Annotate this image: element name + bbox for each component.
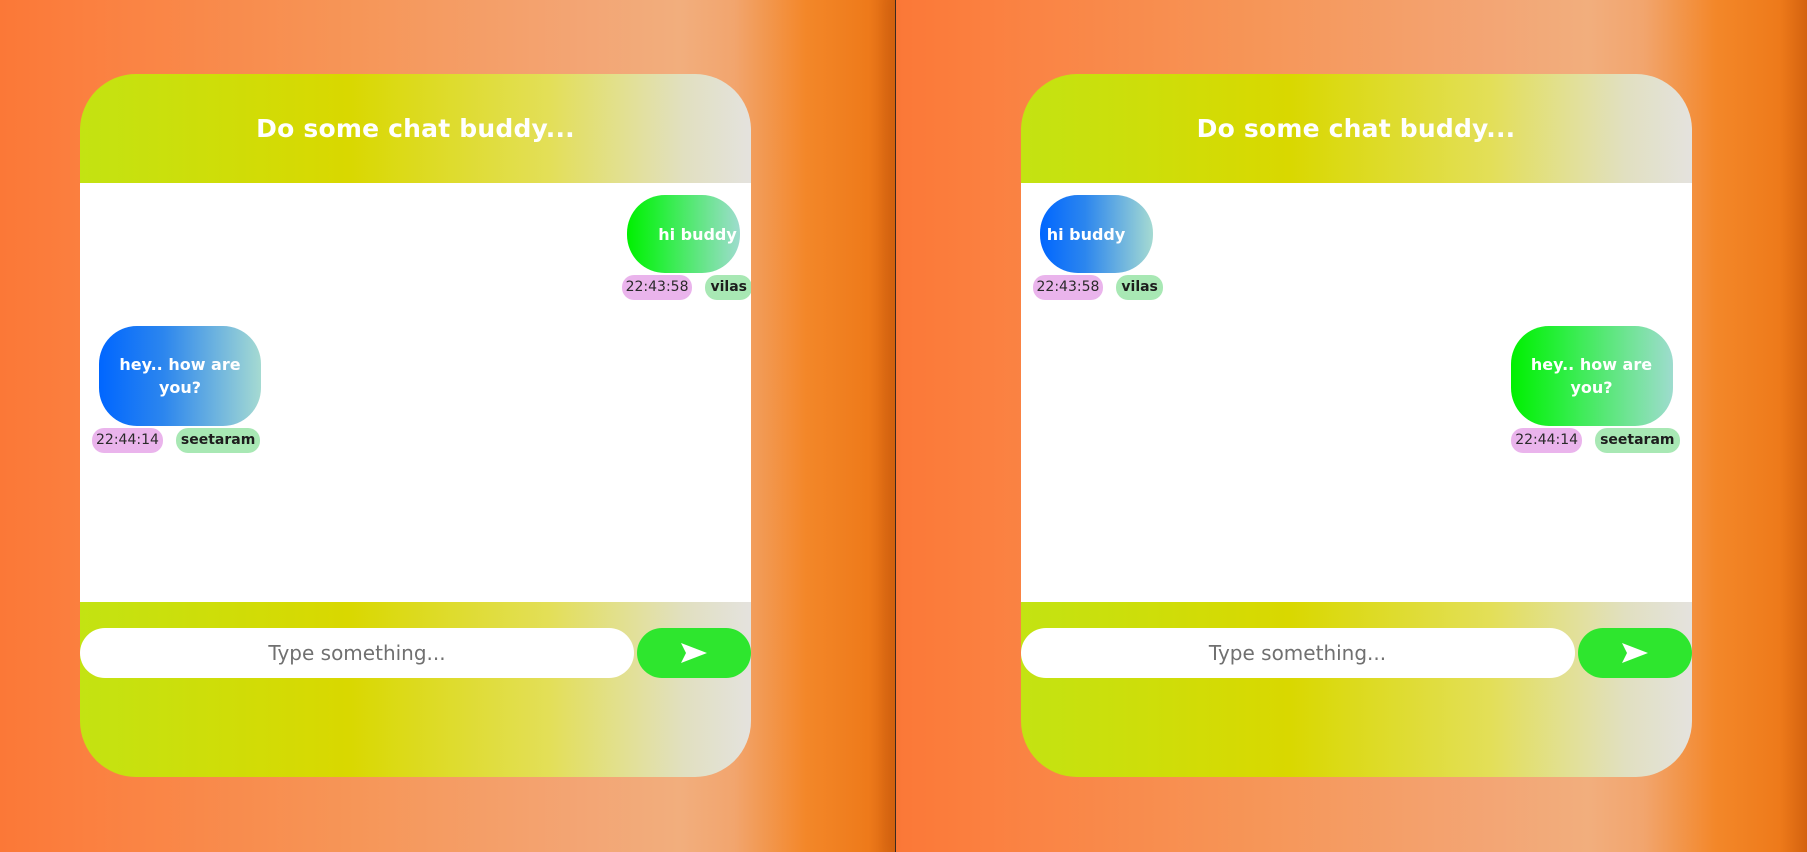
message-input[interactable] — [80, 628, 634, 678]
message-item: hi buddy 22:43:58 vilas — [621, 195, 751, 300]
pane-left: Do some chat buddy... hi buddy 22:43:58 … — [0, 0, 895, 852]
send-button[interactable] — [637, 628, 751, 678]
pane-right: Do some chat buddy... hi buddy 22:43:58 … — [895, 0, 1807, 852]
message-bubble: hi buddy — [1039, 195, 1153, 273]
message-item: hey.. how are you? 22:44:14 seetaram — [92, 326, 261, 453]
chat-card: Do some chat buddy... hi buddy 22:43:58 … — [80, 74, 751, 777]
chat-header: Do some chat buddy... — [80, 74, 751, 183]
chat-title: Do some chat buddy... — [1196, 114, 1516, 143]
message-user: seetaram — [1595, 428, 1680, 453]
message-composer — [80, 628, 751, 678]
message-text: hi buddy — [658, 224, 737, 244]
message-meta: 22:43:58 vilas — [621, 275, 751, 300]
message-list: hi buddy 22:43:58 vilas hey.. how are yo… — [1020, 183, 1692, 602]
message-meta: 22:43:58 vilas — [1032, 275, 1163, 300]
message-meta: 22:44:14 seetaram — [1511, 428, 1680, 453]
message-bubble: hi buddy — [627, 195, 740, 273]
message-bubble: hey.. how are you? — [99, 326, 261, 426]
message-item: hey.. how are you? 22:44:14 seetaram — [1510, 326, 1680, 453]
pane-divider — [894, 0, 896, 852]
message-user: vilas — [705, 275, 751, 300]
send-arrow-icon — [1620, 641, 1650, 665]
message-time: 22:43:58 — [1032, 275, 1104, 300]
send-arrow-icon — [679, 641, 709, 665]
message-time: 22:44:14 — [92, 428, 163, 453]
message-user: vilas — [1116, 275, 1163, 300]
message-bubble: hey.. how are you? — [1510, 326, 1673, 426]
message-text: hey.. how are you? — [1530, 355, 1653, 397]
message-composer — [1020, 628, 1692, 678]
message-item: hi buddy 22:43:58 vilas — [1032, 195, 1163, 300]
chat-header: Do some chat buddy... — [1021, 74, 1692, 183]
message-list: hi buddy 22:43:58 vilas hey.. how are yo… — [80, 183, 751, 602]
message-time: 22:43:58 — [621, 275, 693, 300]
chat-title: Do some chat buddy... — [256, 114, 575, 143]
message-input[interactable] — [1020, 628, 1575, 678]
message-text: hey.. how are you? — [119, 355, 241, 397]
message-meta: 22:44:14 seetaram — [92, 428, 261, 453]
send-button[interactable] — [1577, 628, 1692, 678]
browser-screen: Do some chat buddy... hi buddy 22:43:58 … — [0, 0, 1807, 852]
message-text: hi buddy — [1046, 224, 1126, 244]
chat-card: Do some chat buddy... hi buddy 22:43:58 … — [1020, 74, 1692, 777]
message-time: 22:44:14 — [1511, 428, 1583, 453]
message-user: seetaram — [175, 428, 261, 453]
